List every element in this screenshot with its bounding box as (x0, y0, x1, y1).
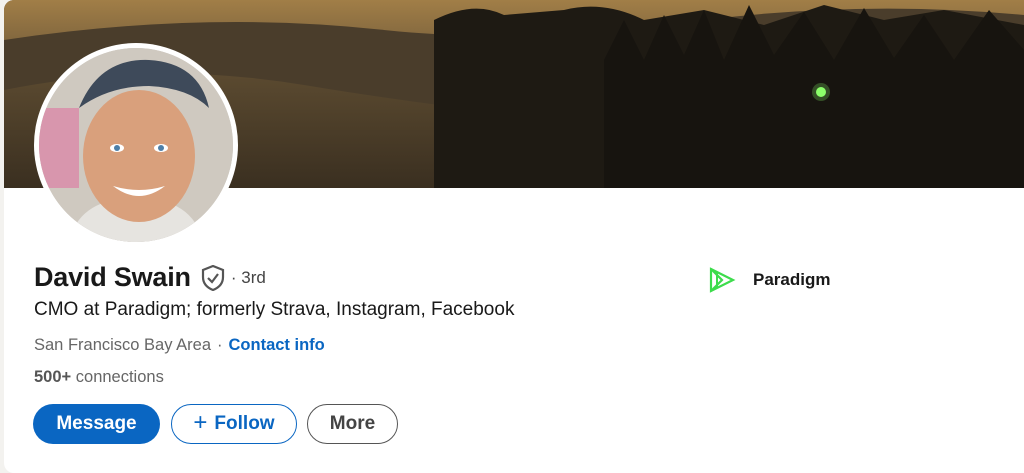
connections-label: connections (75, 368, 164, 386)
company-name: Paradigm (753, 270, 831, 289)
profile-name: David Swain (34, 262, 191, 292)
profile-photo[interactable] (34, 43, 238, 247)
contact-info-link[interactable]: Contact info (229, 336, 325, 354)
verified-shield-icon[interactable] (201, 264, 225, 291)
more-button[interactable]: More (307, 404, 398, 444)
connections-number: 500+ (34, 368, 72, 386)
more-button-label: More (329, 413, 376, 434)
avatar (39, 48, 233, 242)
message-button[interactable]: Message (33, 404, 160, 444)
paradigm-logo-icon (709, 267, 736, 293)
profile-headline: CMO at Paradigm; formerly Strava, Instag… (34, 299, 515, 320)
location: San Francisco Bay Area (34, 336, 212, 354)
follow-button[interactable]: + Follow (171, 404, 297, 444)
current-company[interactable]: Paradigm (708, 266, 830, 294)
location-row: San Francisco Bay Area · Contact info (34, 336, 325, 355)
name-row: David Swain · 3rd (34, 262, 266, 293)
connections-count[interactable]: 500+ connections (34, 368, 164, 387)
plus-icon: + (193, 409, 208, 436)
follow-button-label: Follow (214, 413, 275, 434)
profile-card: David Swain · 3rd CMO at Paradigm; forme… (4, 0, 1024, 473)
separator: · (217, 336, 223, 354)
connection-degree: · 3rd (230, 267, 266, 287)
message-button-label: Message (56, 413, 137, 434)
